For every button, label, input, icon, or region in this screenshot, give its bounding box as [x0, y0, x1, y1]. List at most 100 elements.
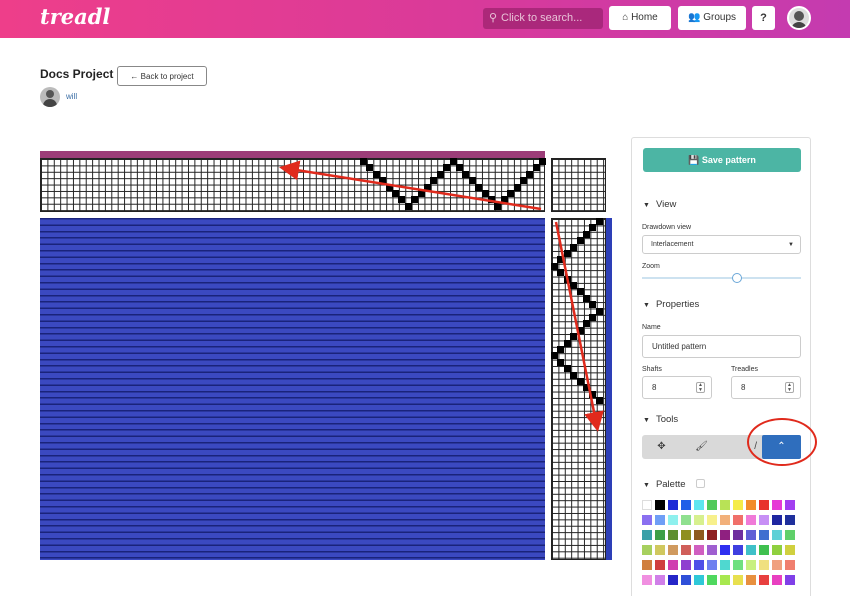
- palette-swatch[interactable]: [681, 515, 691, 525]
- palette-swatch[interactable]: [668, 575, 678, 585]
- drawdown-view-label: Drawdown view: [642, 224, 692, 231]
- palette-swatch[interactable]: [785, 575, 795, 585]
- palette-section-toggle[interactable]: ▼ Palette: [643, 479, 706, 490]
- palette-swatch[interactable]: [733, 500, 743, 510]
- palette-swatch[interactable]: [681, 545, 691, 555]
- palette-swatch[interactable]: [733, 545, 743, 555]
- palette-swatch[interactable]: [746, 500, 756, 510]
- palette-swatch[interactable]: [655, 545, 665, 555]
- palette-swatch[interactable]: [655, 560, 665, 570]
- shafts-input[interactable]: 8 ▲ ▼: [642, 376, 712, 399]
- properties-section-toggle[interactable]: ▼ Properties: [643, 299, 699, 310]
- palette-swatch[interactable]: [655, 500, 665, 510]
- palette-swatch[interactable]: [707, 560, 717, 570]
- palette-swatch[interactable]: [642, 530, 652, 540]
- save-pattern-button[interactable]: 💾 Save pattern: [643, 148, 801, 172]
- palette-swatch[interactable]: [668, 530, 678, 540]
- brush-icon: 🖌: [695, 441, 708, 452]
- palette-swatch[interactable]: [655, 575, 665, 585]
- palette-swatch[interactable]: [668, 515, 678, 525]
- palette-swatch[interactable]: [772, 545, 782, 555]
- caret-down-icon: ▼: [643, 202, 650, 209]
- palette-swatch[interactable]: [720, 545, 730, 555]
- palette-swatch[interactable]: [681, 530, 691, 540]
- editor-sidebar: 💾 Save pattern ▼ View Drawdown view Inter…: [631, 137, 811, 596]
- properties-heading: Properties: [655, 299, 700, 310]
- palette-swatch[interactable]: [642, 560, 652, 570]
- palette-swatch[interactable]: [759, 545, 769, 555]
- palette-swatch[interactable]: [733, 575, 743, 585]
- palette-swatch[interactable]: [642, 515, 652, 525]
- palette-swatch[interactable]: [772, 500, 782, 510]
- palette-swatch[interactable]: [772, 515, 782, 525]
- stepper-icon[interactable]: ▲ ▼: [696, 382, 705, 393]
- palette-swatch[interactable]: [746, 575, 756, 585]
- drawdown-view-select[interactable]: Interlacement ▼: [642, 235, 801, 254]
- palette-swatch[interactable]: [707, 530, 717, 540]
- palette-swatch[interactable]: [720, 515, 730, 525]
- palette-swatch[interactable]: [759, 500, 769, 510]
- palette-swatch[interactable]: [785, 500, 795, 510]
- palette-swatch[interactable]: [772, 560, 782, 570]
- palette-swatch[interactable]: [720, 560, 730, 570]
- palette-swatch[interactable]: [746, 545, 756, 555]
- palette-swatch[interactable]: [655, 515, 665, 525]
- palette-swatch[interactable]: [720, 500, 730, 510]
- annotation-arrow-threading: [279, 160, 542, 211]
- palette-swatch[interactable]: [785, 545, 795, 555]
- palette-swatch[interactable]: [707, 515, 717, 525]
- palette-swatch[interactable]: [785, 530, 795, 540]
- palette-swatch[interactable]: [642, 545, 652, 555]
- palette-swatch[interactable]: [772, 575, 782, 585]
- palette-swatch[interactable]: [772, 530, 782, 540]
- zoom-slider-handle[interactable]: [732, 273, 743, 283]
- palette-swatch[interactable]: [720, 575, 730, 585]
- palette-swatch[interactable]: [759, 560, 769, 570]
- move-tool-button[interactable]: ✥: [642, 435, 681, 459]
- treadles-input[interactable]: 8 ▲ ▼: [731, 376, 801, 399]
- palette-swatch[interactable]: [759, 575, 769, 585]
- annotation-arrow-treadling: [554, 221, 604, 432]
- palette-swatch[interactable]: [694, 575, 704, 585]
- palette-swatch[interactable]: [681, 500, 691, 510]
- palette-swatch[interactable]: [733, 515, 743, 525]
- paint-tool-button[interactable]: 🖌: [682, 435, 721, 459]
- palette-swatch[interactable]: [668, 545, 678, 555]
- view-section-toggle[interactable]: ▼ View: [643, 199, 676, 210]
- palette-swatch[interactable]: [785, 515, 795, 525]
- palette-swatch[interactable]: [785, 560, 795, 570]
- palette-swatch[interactable]: [694, 560, 704, 570]
- palette-swatch[interactable]: [642, 500, 652, 510]
- shafts-value: 8: [652, 383, 657, 392]
- palette-swatch[interactable]: [694, 515, 704, 525]
- palette-swatch[interactable]: [681, 575, 691, 585]
- palette-swatch[interactable]: [668, 500, 678, 510]
- palette-swatch[interactable]: [707, 500, 717, 510]
- stepper-icon[interactable]: ▲ ▼: [785, 382, 794, 393]
- palette-swatch[interactable]: [733, 530, 743, 540]
- drawdown-view-value: Interlacement: [651, 241, 694, 248]
- palette-swatch[interactable]: [681, 560, 691, 570]
- chevron-down-icon: ▼: [788, 242, 794, 248]
- zoom-slider[interactable]: [642, 273, 801, 283]
- palette-swatch[interactable]: [668, 560, 678, 570]
- palette-swatch[interactable]: [759, 530, 769, 540]
- palette-swatch[interactable]: [694, 545, 704, 555]
- palette-swatch[interactable]: [694, 500, 704, 510]
- palette-swatch[interactable]: [759, 515, 769, 525]
- palette-swatch[interactable]: [642, 575, 652, 585]
- tools-section-toggle[interactable]: ▼ Tools: [643, 414, 678, 425]
- palette-swatch[interactable]: [655, 530, 665, 540]
- palette-swatch[interactable]: [707, 545, 717, 555]
- palette-swatch[interactable]: [733, 560, 743, 570]
- palette-swatch[interactable]: [707, 575, 717, 585]
- palette-swatch[interactable]: [746, 560, 756, 570]
- current-color-swatch[interactable]: [696, 479, 706, 488]
- palette-swatch[interactable]: [746, 530, 756, 540]
- caret-down-icon: ▼: [643, 482, 650, 489]
- palette-swatch[interactable]: [694, 530, 704, 540]
- name-label: Name: [642, 324, 661, 331]
- palette-swatch[interactable]: [720, 530, 730, 540]
- palette-swatch[interactable]: [746, 515, 756, 525]
- pattern-name-input[interactable]: Untitled pattern: [642, 335, 801, 358]
